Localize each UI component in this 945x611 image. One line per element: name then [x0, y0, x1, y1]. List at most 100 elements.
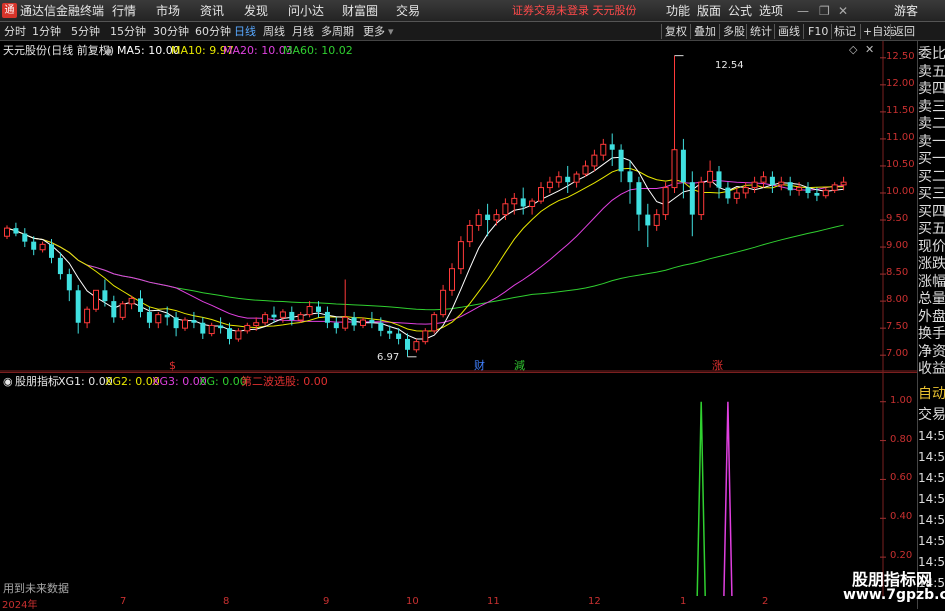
price-ytick-label: 10.00 — [886, 185, 915, 197]
event-mark-finance[interactable]: 财 — [474, 359, 485, 372]
price-ytick-label: 8.50 — [886, 267, 909, 279]
period-1min[interactable]: 1分钟 — [32, 22, 61, 41]
candle-body-down — [405, 338, 410, 350]
btn-overlay[interactable]: 叠加 — [694, 22, 716, 41]
time-tick: 7 — [120, 596, 127, 607]
candle-body-down — [146, 311, 152, 323]
menu-news[interactable]: 资讯 — [200, 0, 224, 22]
candle-body-up — [662, 187, 669, 216]
btn-f10[interactable]: F10 — [808, 22, 828, 41]
candle-body-down — [164, 314, 170, 318]
menu-ask[interactable]: 问小达 — [288, 0, 324, 22]
time-tick: 9 — [323, 596, 330, 607]
menu-layout[interactable]: 版面 — [697, 0, 721, 22]
menu-wealth-circle[interactable]: 财富圈 — [342, 0, 378, 22]
price-ytick-label: 11.00 — [886, 131, 915, 143]
menu-market[interactable]: 市场 — [156, 0, 180, 22]
candle-body-up — [84, 308, 91, 324]
price-chart-panel[interactable]: 天元股份(日线 前复权) ◉ MA5: 10.00 MA10: 9.97 MA2… — [0, 41, 917, 372]
candle-body-down — [725, 187, 731, 199]
menu-quotes[interactable]: 行情 — [112, 0, 136, 22]
close-panel-icon[interactable]: ✕ — [865, 43, 874, 56]
candle-body-down — [218, 325, 224, 329]
candle-body-down — [689, 182, 695, 215]
candle-body-up — [208, 324, 215, 335]
candle-body-up — [600, 143, 607, 156]
quote-row-label: 卖四 — [918, 81, 945, 97]
period-daily[interactable]: 日线 — [234, 22, 256, 41]
price-ytick-label: 7.50 — [886, 321, 909, 333]
event-mark-rise[interactable]: 涨 — [712, 359, 723, 372]
quote-row-label: 买五 — [918, 221, 945, 237]
menu-options[interactable]: 选项 — [759, 0, 783, 22]
quote-row-label: 涨跌 — [918, 256, 945, 272]
candle-body-down — [618, 149, 624, 172]
period-toolbar: 分时 1分钟 5分钟 15分钟 30分钟 60分钟 日线 周线 月线 多周期 更… — [0, 22, 945, 41]
quote-row-label: 涨幅 — [918, 273, 945, 290]
candle-body-down — [716, 171, 722, 188]
period-weekly[interactable]: 周线 — [263, 22, 285, 41]
candle-body-up — [4, 227, 10, 237]
candle-body-up — [555, 176, 562, 183]
menu-discover[interactable]: 发现 — [244, 0, 268, 22]
candle-body-down — [13, 228, 19, 234]
price-ytick-label: 9.00 — [886, 240, 909, 252]
candle-body-down — [627, 171, 633, 183]
period-30min[interactable]: 30分钟 — [153, 22, 189, 41]
indicator-settings-icon[interactable]: ◉ — [3, 375, 13, 388]
tick-time: 14:56 — [918, 450, 945, 464]
period-multi[interactable]: 多周期 — [321, 22, 354, 41]
menu-formula[interactable]: 公式 — [728, 0, 752, 22]
quote-column: 委比 卖五 卖四 卖三 卖二 卖一 买一 买二 买三 买四 买五 现价 涨跌 涨幅 总量 外盘 换手 净资 收益 自动… — [917, 41, 945, 609]
indicator-ytick-label: 0.40 — [890, 511, 913, 523]
btn-draw[interactable]: 画线 — [778, 22, 800, 41]
indicator-ytick-label: 0.80 — [890, 433, 913, 445]
settings-icon[interactable]: ◉ — [104, 44, 114, 57]
high-label: 12.54 — [715, 60, 744, 71]
candle-body-up — [742, 187, 749, 194]
indicator-chart[interactable] — [0, 372, 917, 599]
indicator-bg — [0, 372, 917, 599]
period-60min[interactable]: 60分钟 — [195, 22, 231, 41]
event-mark-reduce[interactable]: 減 — [514, 359, 525, 372]
time-axis: 2024年 7 8 9 10 11 12 1 2 — [0, 596, 917, 611]
btn-adjust[interactable]: 复权 — [665, 22, 687, 41]
period-more[interactable]: 更多 — [363, 22, 385, 41]
btn-back[interactable]: 返回 — [893, 22, 915, 41]
period-15min[interactable]: 15分钟 — [110, 22, 146, 41]
candle-body-up — [413, 341, 420, 351]
btn-mark[interactable]: 标记 — [834, 22, 856, 41]
price-chart[interactable] — [0, 41, 917, 372]
menu-trade[interactable]: 交易 — [396, 0, 420, 22]
time-tick: 11 — [487, 596, 500, 607]
candle-body-down — [57, 257, 63, 275]
candle-body-down — [324, 311, 330, 323]
indicator-panel[interactable]: ◉ 股朋指标 XG1: 0.00 XG2: 0.00 XG3: 0.00 XG:… — [0, 372, 917, 599]
user-label[interactable]: 游客 — [894, 0, 918, 22]
btn-statistics[interactable]: 统计 — [750, 22, 772, 41]
candle-body-up — [493, 214, 500, 221]
indicator-ytick-label: 0.60 — [890, 472, 913, 484]
candle-body-down — [609, 144, 615, 150]
close-icon[interactable]: ✕ — [838, 0, 848, 22]
period-5min[interactable]: 5分钟 — [71, 22, 100, 41]
diamond-icon[interactable]: ◇ — [849, 43, 857, 56]
candle-body-down — [173, 317, 179, 329]
chevron-down-icon[interactable]: ▾ — [388, 22, 394, 41]
period-minute[interactable]: 分时 — [4, 22, 26, 41]
event-mark-dividend[interactable]: $ — [169, 359, 176, 372]
minimize-icon[interactable]: — — [797, 0, 809, 22]
btn-multi-stock[interactable]: 多股 — [723, 22, 745, 41]
candle-body-down — [66, 274, 72, 291]
period-monthly[interactable]: 月线 — [292, 22, 314, 41]
restore-icon[interactable]: ❐ — [819, 0, 830, 22]
quote-row-label: 买四 — [918, 203, 945, 220]
candle-body-up — [573, 173, 580, 183]
second-wave-value: 第二波选股: 0.00 — [241, 375, 328, 388]
candle-body-up — [582, 165, 589, 175]
candle-body-up — [279, 311, 286, 318]
menu-functions[interactable]: 功能 — [666, 0, 690, 22]
candle-body-down — [75, 290, 81, 323]
candle-body-up — [707, 170, 714, 183]
candle-body-up — [422, 330, 429, 343]
